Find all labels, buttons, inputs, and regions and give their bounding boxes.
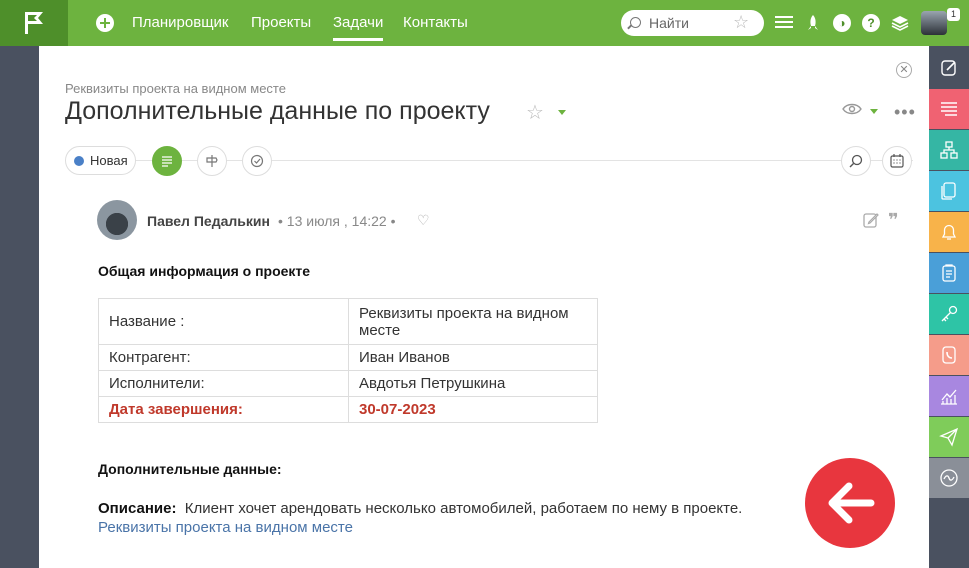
send-icon [939, 427, 959, 447]
wave-icon [940, 469, 958, 487]
sidebar-notifications-button[interactable] [929, 212, 969, 252]
table-cell-value: Авдотья Петрушкина [348, 370, 598, 397]
page-title: Дополнительные данные по проекту [65, 97, 490, 125]
bell-icon [941, 224, 957, 240]
table-cell-label: Исполнители: [98, 370, 349, 397]
table-cell-value: Иван Иванов [348, 344, 598, 371]
sidebar-documents-button[interactable] [929, 171, 969, 211]
table-row: Дата завершения: 30-07-2023 [98, 396, 598, 423]
right-sidebar [929, 46, 969, 568]
back-button[interactable] [805, 458, 895, 548]
left-strip [0, 46, 39, 568]
check-circle-icon [250, 154, 264, 168]
nav-tasks[interactable]: Задачи [333, 14, 384, 41]
contrast-icon[interactable]: ◑ [833, 14, 851, 32]
star-icon[interactable]: ☆ [733, 12, 749, 33]
sidebar-edit-button[interactable] [929, 48, 969, 88]
calendar-icon [890, 154, 904, 168]
description: Описание: Клиент хочет арендовать нескол… [98, 500, 742, 517]
nav-planner[interactable]: Планировщик [132, 14, 228, 31]
user-avatar[interactable] [921, 11, 947, 35]
table-cell-label: Дата завершения: [98, 396, 349, 423]
project-link[interactable]: Реквизиты проекта на видном месте [98, 519, 353, 536]
layers-icon[interactable] [891, 14, 909, 32]
key-icon [941, 305, 958, 322]
description-tab-button[interactable] [152, 146, 182, 176]
heart-icon[interactable]: ♡ [417, 212, 430, 229]
task-panel: ✕ Реквизиты проекта на видном месте Допо… [39, 46, 929, 568]
sidebar-list-button[interactable] [929, 89, 969, 129]
search-button[interactable] [841, 146, 871, 176]
chevron-down-icon[interactable] [558, 110, 566, 115]
clipboard-icon [942, 264, 956, 282]
table-row: Название : Реквизиты проекта на видном м… [98, 298, 598, 345]
table-row: Исполнители: Авдотья Петрушкина [98, 370, 598, 397]
phone-book-icon [942, 346, 956, 364]
top-bar: Планировщик Проекты Задачи Контакты Найт… [0, 0, 969, 46]
hamburger-icon[interactable] [775, 13, 793, 31]
status-badge[interactable]: Новая [65, 146, 136, 175]
arrow-left-icon [828, 482, 875, 524]
signpost-button[interactable] [197, 146, 227, 176]
check-button[interactable] [242, 146, 272, 176]
sidebar-chart-button[interactable] [929, 376, 969, 416]
documents-icon [941, 182, 956, 200]
author-name[interactable]: Павел Педалькин [147, 213, 270, 229]
chart-icon [941, 389, 957, 405]
notification-badge: 1 [947, 8, 960, 21]
signpost-icon [206, 155, 218, 167]
author-avatar[interactable] [97, 200, 137, 240]
description-text: Клиент хочет арендовать несколько автомо… [184, 500, 743, 517]
toolbar-divider [65, 160, 913, 161]
text-lines-icon [162, 156, 172, 167]
list-icon [941, 102, 957, 116]
flag-icon [25, 12, 43, 34]
rocket-icon[interactable] [804, 14, 822, 32]
general-info-heading: Общая информация о проекте [98, 263, 311, 279]
chevron-down-icon[interactable] [870, 109, 878, 114]
sidebar-phonebook-button[interactable] [929, 335, 969, 375]
nav-contacts[interactable]: Контакты [403, 14, 468, 31]
edit-icon[interactable] [862, 211, 880, 229]
status-label: Новая [90, 153, 128, 168]
post-timestamp: • 13 июля , 14:22 • [278, 213, 396, 229]
table-cell-label: Название : [98, 298, 349, 345]
sidebar-key-button[interactable] [929, 294, 969, 334]
sidebar-send-button[interactable] [929, 417, 969, 457]
close-icon[interactable]: ✕ [896, 62, 912, 78]
status-dot [74, 156, 84, 166]
extra-data-heading: Дополнительные данные: [98, 461, 282, 477]
table-cell-value: 30-07-2023 [348, 396, 598, 423]
plus-icon[interactable] [96, 14, 114, 32]
table-row: Контрагент: Иван Иванов [98, 344, 598, 371]
search-input[interactable]: Найти [649, 15, 689, 31]
quote-icon[interactable]: ❞ [888, 210, 899, 231]
table-cell-value: Реквизиты проекта на видном месте [348, 298, 598, 345]
table-cell-label: Контрагент: [98, 344, 349, 371]
nav-projects[interactable]: Проекты [251, 14, 311, 31]
favorite-star-icon[interactable]: ☆ [526, 100, 544, 125]
search-box[interactable]: Найти ☆ [621, 10, 764, 36]
breadcrumb[interactable]: Реквизиты проекта на видном месте [65, 81, 286, 96]
sidebar-hierarchy-button[interactable] [929, 130, 969, 170]
eye-icon[interactable] [842, 102, 862, 116]
search-icon [849, 154, 863, 168]
description-label: Описание: [98, 500, 177, 517]
edit-icon [941, 60, 956, 76]
more-icon[interactable]: ••• [894, 102, 916, 123]
search-icon [630, 17, 641, 28]
app-logo[interactable] [0, 0, 68, 46]
sidebar-clipboard-button[interactable] [929, 253, 969, 293]
calendar-button[interactable] [882, 146, 912, 176]
sidebar-wave-button[interactable] [929, 458, 969, 498]
help-icon[interactable]: ? [862, 14, 880, 32]
hierarchy-icon [940, 141, 958, 159]
project-info-table: Название : Реквизиты проекта на видном м… [98, 298, 598, 423]
